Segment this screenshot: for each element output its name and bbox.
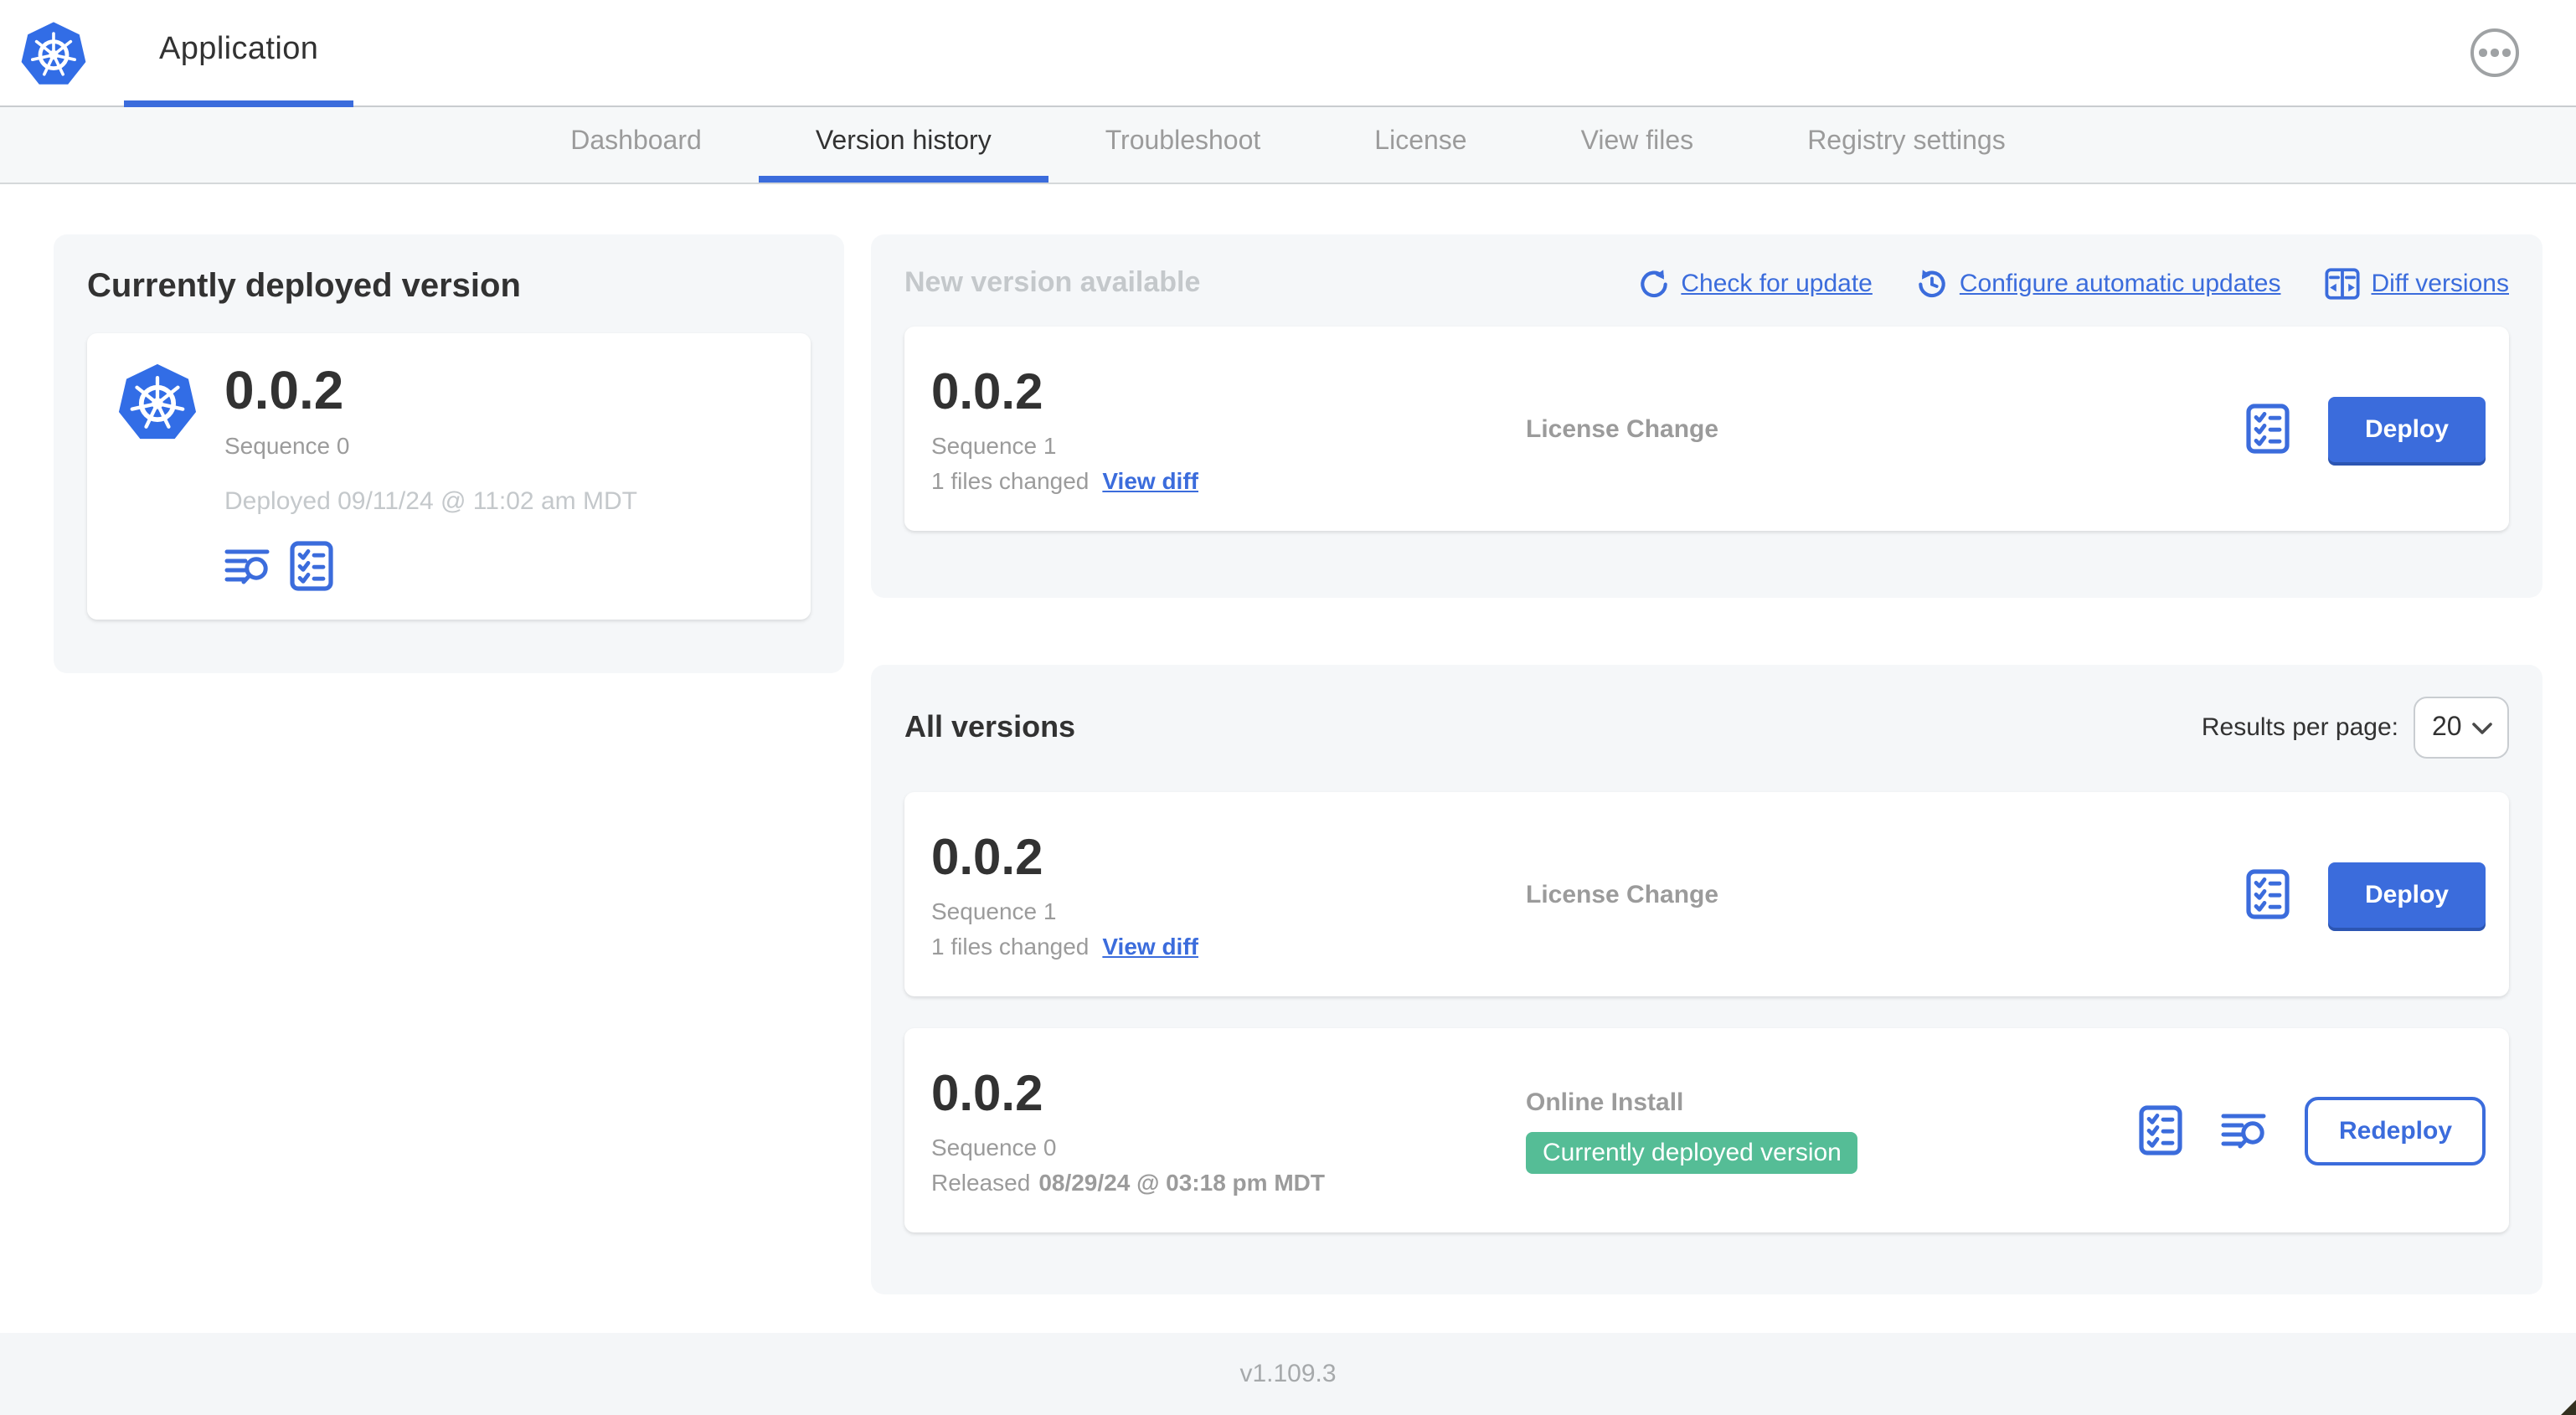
- deploy-button[interactable]: Deploy: [2327, 396, 2486, 461]
- tab-troubleshoot[interactable]: Troubleshoot: [1048, 107, 1318, 183]
- results-per-page-select[interactable]: 20: [2414, 697, 2509, 759]
- check-for-update-link[interactable]: Check for update: [1637, 267, 1873, 299]
- version-row: 0.0.2 Sequence 1 1 files changed View di…: [904, 792, 2509, 996]
- tab-view-files[interactable]: View files: [1524, 107, 1751, 183]
- chevron-down-icon: [2472, 722, 2492, 733]
- version-number: 0.0.2: [931, 1066, 1043, 1121]
- kubernetes-logo-icon: [20, 20, 87, 87]
- redeploy-button[interactable]: Redeploy: [2305, 1096, 2486, 1165]
- current-version-number: 0.0.2: [224, 360, 344, 420]
- version-sequence: Sequence 1: [931, 897, 1057, 924]
- current-deployed-timestamp: Deployed 09/11/24 @ 11:02 am MDT: [224, 487, 637, 517]
- version-sequence: Sequence 1: [931, 431, 1057, 458]
- new-version-card: 0.0.2 Sequence 1 1 files changed View di…: [904, 327, 2509, 531]
- all-versions-title: All versions: [904, 710, 1076, 744]
- version-source: Online Install: [1526, 1088, 1684, 1116]
- refresh-icon: [1640, 269, 1667, 297]
- new-version-title: New version available: [904, 266, 1201, 298]
- released-timestamp: 08/29/24 @ 03:18 pm MDT: [1038, 1168, 1325, 1195]
- diff-icon: [2324, 267, 2359, 299]
- main-content: Currently deployed version 0.0.2 Sequenc…: [0, 184, 2576, 1333]
- version-number: 0.0.2: [931, 830, 1043, 885]
- version-row: 0.0.2 Sequence 0 Released 08/29/24 @ 03:…: [904, 1028, 2509, 1232]
- currently-deployed-badge: Currently deployed version: [1526, 1131, 1858, 1173]
- page: Application Dashboard Version history Tr…: [0, 0, 2576, 1415]
- version-number: 0.0.2: [931, 364, 1043, 419]
- app-footer: v1.109.3: [0, 1333, 2576, 1415]
- results-per-page-label: Results per page:: [2201, 713, 2398, 742]
- currently-deployed-card: 0.0.2 Sequence 0 Deployed 09/11/24 @ 11:…: [87, 333, 811, 620]
- app-tab[interactable]: Application: [124, 0, 354, 107]
- version-source: License Change: [1526, 414, 1719, 443]
- version-sequence: Sequence 0: [931, 1133, 1057, 1160]
- preflight-checks-icon[interactable]: [2246, 869, 2290, 919]
- view-diff-link[interactable]: View diff: [1102, 466, 1198, 493]
- tab-dashboard[interactable]: Dashboard: [513, 107, 759, 183]
- all-versions-panel: All versions Results per page: 20 0.0.2 …: [871, 665, 2543, 1294]
- files-changed: 1 files changed: [931, 932, 1090, 959]
- app-icon: [117, 362, 198, 442]
- more-options-button[interactable]: [2470, 28, 2519, 77]
- auto-update-clock-icon: [1919, 269, 1945, 297]
- currently-deployed-title: Currently deployed version: [87, 268, 521, 305]
- app-title: Application: [159, 32, 319, 67]
- app-header: Application: [0, 0, 2576, 107]
- preflight-checks-icon[interactable]: [290, 541, 333, 591]
- view-diff-link[interactable]: View diff: [1102, 932, 1198, 959]
- tab-license[interactable]: License: [1317, 107, 1523, 183]
- cursor-artifact: [2561, 1400, 2576, 1415]
- console-version: v1.109.3: [1239, 1360, 1337, 1388]
- new-version-panel: New version available Check for update C…: [871, 234, 2543, 598]
- preflight-checks-icon[interactable]: [2246, 404, 2290, 454]
- currently-deployed-panel: Currently deployed version 0.0.2 Sequenc…: [54, 234, 844, 673]
- app-subnav: Dashboard Version history Troubleshoot L…: [0, 107, 2576, 184]
- deploy-button[interactable]: Deploy: [2327, 862, 2486, 927]
- ellipsis-icon: [2479, 49, 2487, 57]
- configure-automatic-updates-link[interactable]: Configure automatic updates: [1916, 267, 2280, 299]
- tab-version-history[interactable]: Version history: [758, 107, 1048, 183]
- released-label: Released: [931, 1168, 1031, 1195]
- deploy-logs-icon[interactable]: [2222, 1109, 2267, 1151]
- deploy-logs-icon[interactable]: [224, 545, 270, 587]
- diff-versions-link[interactable]: Diff versions: [2324, 267, 2509, 299]
- current-sequence: Sequence 0: [224, 432, 350, 460]
- version-source: License Change: [1526, 880, 1719, 908]
- preflight-checks-icon[interactable]: [2140, 1105, 2183, 1155]
- tab-registry-settings[interactable]: Registry settings: [1750, 107, 2063, 183]
- files-changed: 1 files changed: [931, 466, 1090, 493]
